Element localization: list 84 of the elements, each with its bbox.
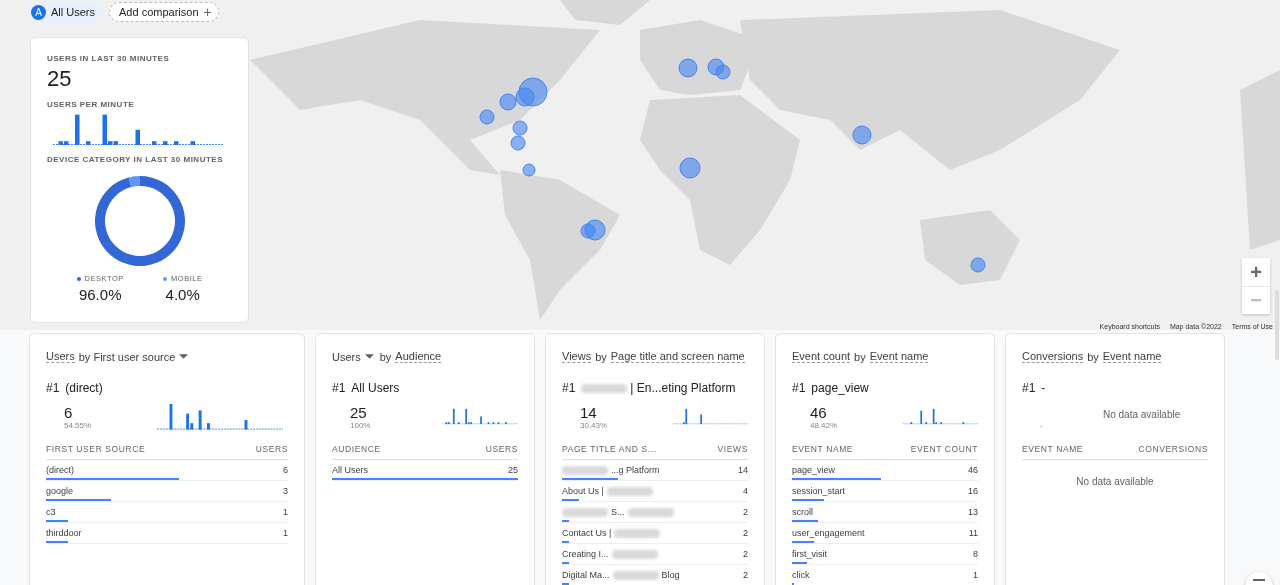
column-header: AUDIENCE: [332, 444, 381, 454]
card-title[interactable]: Event count by Event name: [792, 350, 929, 363]
table-cell: S...: [562, 507, 674, 518]
table-cell: 1: [283, 528, 288, 539]
table-cell: 8: [973, 549, 978, 560]
column-header: VIEWS: [717, 444, 748, 454]
top-item-share: 48.42%: [810, 421, 839, 430]
table-cell: scroll: [792, 507, 813, 518]
rank-label: #1: [1022, 381, 1036, 395]
table-cell: (direct): [46, 465, 74, 476]
table-cell: All Users: [332, 465, 368, 476]
column-header: EVENT NAME: [1022, 444, 1084, 454]
table-cell: 4: [743, 486, 748, 497]
table-cell: 13: [968, 507, 978, 518]
rank-label: #1: [332, 381, 346, 395]
column-header: FIRST USER SOURCE: [46, 444, 146, 454]
table-cell: ...g Platform: [562, 465, 660, 476]
column-header: USERS: [485, 444, 518, 454]
table-cell: Creating I...: [562, 549, 658, 560]
table-cell: page_view: [792, 465, 836, 476]
table-cell: click: [792, 570, 810, 581]
metric-title: DEVICE CATEGORY IN LAST 30 MINUTES: [47, 155, 224, 164]
legend-value: 4.0%: [165, 286, 200, 303]
table-cell: 46: [968, 465, 978, 476]
rank-label: #1: [562, 381, 576, 395]
table-cell: thirddoor: [46, 528, 82, 539]
top-item-value: 25: [350, 404, 368, 421]
segment-avatar: A: [31, 4, 46, 20]
top-item-label: (direct): [65, 381, 103, 395]
table-cell: 16: [968, 486, 978, 497]
column-header: CONVERSIONS: [1138, 444, 1208, 454]
zoom-in-button[interactable]: +: [1242, 258, 1270, 286]
table-cell: 11: [968, 528, 978, 539]
column-header: EVENT COUNT: [910, 444, 978, 454]
top-item-share: 100%: [350, 421, 372, 430]
table-cell: 2: [743, 570, 748, 581]
metric-title: USERS IN LAST 30 MINUTES: [47, 54, 171, 63]
table-cell: google: [46, 486, 74, 497]
top-item-label: All Users: [351, 381, 400, 395]
caret-icon: [179, 354, 189, 359]
segment-label: All Users: [51, 6, 95, 18]
legend-value: 96.0%: [78, 286, 122, 303]
metric-title: USERS PER MINUTE: [47, 100, 136, 109]
segment-chip[interactable]: A All Users: [28, 2, 103, 22]
no-data-message: No data available: [1075, 476, 1155, 487]
table-cell: 2: [743, 528, 748, 539]
top-item-value: 6: [64, 404, 74, 421]
table-cell: Digital Ma... Blog: [562, 570, 680, 581]
plus-icon: +: [203, 4, 212, 20]
table-cell: user_engagement: [792, 528, 865, 539]
table-cell: 6: [283, 465, 288, 476]
card-title[interactable]: Views by Page title and screen name: [562, 350, 745, 363]
top-item-share: 30.43%: [580, 421, 609, 430]
table-cell: 14: [738, 465, 748, 476]
table-cell: c3: [46, 507, 56, 518]
add-comparison-button[interactable]: Add comparison +: [109, 2, 219, 22]
column-header: USERS: [255, 444, 288, 454]
top-item-label: page_view: [811, 381, 869, 395]
card-title[interactable]: Users by Audience: [332, 350, 442, 363]
table-cell: About Us |: [562, 486, 653, 497]
table-cell: first_visit: [792, 549, 827, 560]
top-item-value: 14: [580, 404, 598, 421]
table-cell: 1: [283, 507, 288, 518]
table-cell: 3: [283, 486, 288, 497]
rank-label: #1: [46, 381, 60, 395]
card-title[interactable]: Users by First user source: [46, 350, 191, 363]
caret-icon: [364, 354, 374, 359]
top-item-value: -: [1040, 421, 1044, 430]
table-cell: Contact Us |: [562, 528, 661, 539]
column-header: PAGE TITLE AND S...: [562, 444, 657, 454]
table-cell: 2: [743, 549, 748, 560]
top-item-value: 46: [810, 404, 828, 421]
table-cell: 25: [508, 465, 518, 476]
card-title[interactable]: Conversions by Event name: [1022, 350, 1162, 363]
top-item-label: | En...eting Platform: [581, 381, 736, 395]
table-cell: session_start: [792, 486, 846, 497]
rank-label: #1: [792, 381, 806, 395]
column-header: EVENT NAME: [792, 444, 854, 454]
table-cell: 2: [743, 507, 748, 518]
table-cell: 1: [973, 570, 978, 581]
top-item-share: 54.55%: [64, 421, 93, 430]
metric-value: 25: [47, 66, 73, 92]
top-item-label: -: [1041, 381, 1046, 395]
no-data-message: No data available: [1103, 408, 1181, 420]
